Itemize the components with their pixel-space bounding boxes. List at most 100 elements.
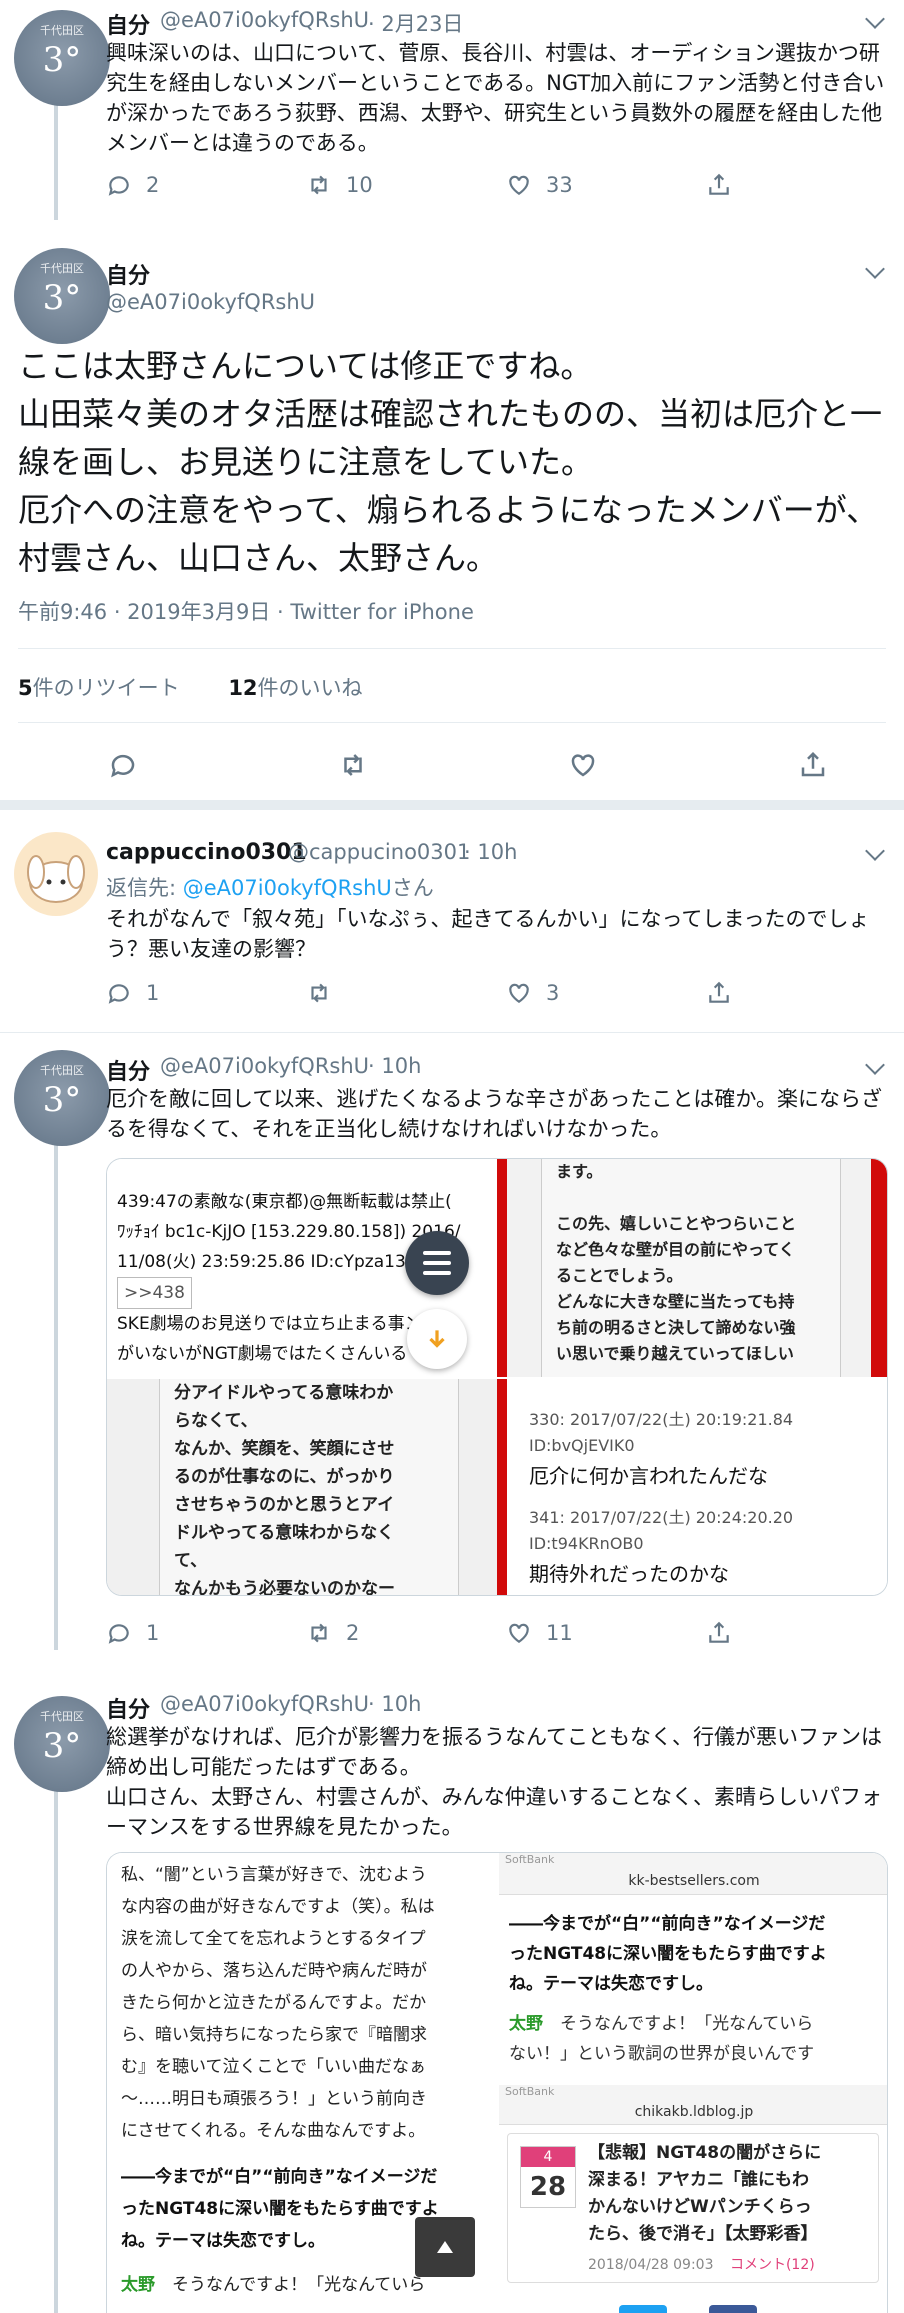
media-line: ち前の明るさと決して諦めない強 (556, 1318, 796, 1337)
media-line: ることでしょう。 (556, 1266, 683, 1285)
media-line: なんか、笑顔を、笑顔にさせ (174, 1439, 395, 1459)
retweet-icon (311, 175, 327, 195)
tweet-time[interactable]: · 10h (368, 1054, 421, 1078)
calendar-badge: 4 28 (520, 2146, 576, 2208)
tweet-timestamp[interactable]: 午前9:46 · 2019年3月9日 · Twitter for iPhone (18, 596, 474, 626)
comment-id: ID:bvQjEVIK0 (529, 1436, 635, 1455)
calendar-month: 4 (521, 2147, 575, 2167)
display-name[interactable]: 自分 (106, 1054, 150, 1086)
reply-count: 1 (146, 981, 160, 1005)
media-panel-news: SoftBank chikakb.ldblog.jp 4 28 【悲報】NGT4… (499, 2085, 887, 2313)
like-total-label: 件のいいね (257, 676, 363, 700)
retweet-button[interactable]: 2 (306, 1620, 506, 1646)
like-button[interactable]: 3 (506, 980, 706, 1006)
like-icon (509, 175, 529, 195)
share-button[interactable] (706, 980, 732, 1006)
tweet-media-grid[interactable]: 私、“闇”という言葉が好きで、沈むよう な内容の曲が好きなんですよ（笑）。私は … (106, 1852, 888, 2313)
media-line: きたら何かと泣きたがるんですよ。だか (121, 1993, 427, 2013)
tweet-time[interactable]: · 10h (464, 840, 517, 864)
avatar[interactable]: 千代田区 3° (14, 10, 110, 106)
avatar[interactable] (14, 832, 98, 916)
chevron-down-icon[interactable] (865, 841, 885, 861)
thread-line (54, 1790, 58, 2313)
user-handle[interactable]: @eA07i0okyfQRshU (160, 8, 369, 32)
avatar[interactable]: 千代田区 3° (14, 1050, 110, 1146)
reply-icon (111, 754, 135, 778)
share-button[interactable] (706, 172, 732, 198)
avatar-number: 3° (42, 1726, 82, 1766)
media-line: ったNGT48に深い闇をもたらす曲ですよ (509, 1944, 827, 1964)
user-handle[interactable]: @eA07i0okyfQRshU (160, 1692, 369, 1716)
tweet-time[interactable]: · 10h (368, 1692, 421, 1716)
scroll-to-top-icon (437, 2241, 453, 2253)
like-button[interactable] (568, 750, 598, 780)
retweet-icon (344, 754, 362, 776)
url-bar: chikakb.ldblog.jp (499, 2099, 887, 2125)
retweet-button[interactable] (306, 980, 506, 1006)
retweet-button[interactable]: 10 (306, 172, 506, 198)
share-icon (709, 981, 729, 1003)
like-button[interactable]: 33 (506, 172, 706, 198)
avatar[interactable]: 千代田区 3° (14, 248, 110, 344)
display-name[interactable]: cappuccino0301 (106, 840, 307, 865)
retweet-button[interactable] (338, 750, 368, 780)
media-line: な内容の曲が好きなんですよ（笑）。私は (121, 1897, 435, 1917)
menu-button[interactable] (405, 1231, 469, 1295)
user-handle[interactable]: @cappucino0301 (288, 840, 470, 864)
news-comments[interactable]: コメント(12) (730, 2257, 815, 2273)
chevron-down-icon[interactable] (865, 9, 885, 29)
share-icon (709, 1621, 729, 1643)
tweet-media-grid[interactable]: 439:47の素敵な(東京都)@無断転載は禁止( ﾜｯﾁｮｲ bc1c-KjJO… (106, 1158, 888, 1596)
speaker-quote: そうなんですよ！「光なんていら (172, 2275, 426, 2295)
reply-button[interactable]: 2 (106, 172, 306, 198)
media-panel-blog: 分アイドルやってる意味わか らなくて、 なんか、笑顔を、笑顔にさせ るのが仕事な… (107, 1379, 497, 1595)
phone-status-bar: SoftBank (499, 2085, 887, 2099)
download-arrow-icon (429, 1330, 445, 1348)
like-button[interactable]: 11 (506, 1620, 706, 1646)
like-stats[interactable]: 12件のいいね (228, 676, 362, 700)
download-button[interactable] (407, 1309, 467, 1369)
media-line: この先、嬉しいことやつらいこと (556, 1214, 797, 1233)
headline-line: 【悲報】NGT48の闇がさらに (588, 2143, 822, 2163)
reply-button[interactable]: 1 (106, 980, 306, 1006)
news-headline[interactable]: 【悲報】NGT48の闇がさらに 深まる！アヤカニ「誰にもわ かんないけどWパンチ… (588, 2140, 874, 2248)
retweet-stats[interactable]: 5件のリツイート (18, 676, 180, 700)
phone-status-bar: SoftBank (499, 1853, 887, 1867)
media-line: む』を聴いて泣くことで「いい曲だなぁ (121, 2057, 426, 2077)
reply-icon (108, 176, 129, 196)
headline-line: かんないけどWパンチくらっ (588, 2197, 812, 2217)
like-icon (571, 754, 595, 777)
media-line: ない！」という歌詞の世界が良いんです (509, 2044, 815, 2064)
reply-button[interactable] (108, 750, 138, 780)
avatar-caption: 千代田区 (40, 1710, 84, 1723)
reply-to-suffix: さん (391, 876, 434, 900)
share-button[interactable] (798, 750, 828, 780)
reply-button[interactable]: 1 (106, 1620, 306, 1646)
carrier-label: SoftBank (505, 2085, 555, 2098)
media-panel-comments: 330: 2017/07/22(土) 20:19:21.84 ID:bvQjEV… (507, 1379, 887, 1595)
engagement-counts: 5件のリツイート 12件のいいね (18, 672, 886, 702)
share-chip (619, 2305, 667, 2313)
headline-line: 深まる！アヤカニ「誰にもわ (588, 2170, 809, 2190)
tweet-time[interactable]: · 2月23日 (368, 8, 463, 38)
news-date: 2018/04/28 09:03 (588, 2257, 714, 2273)
scroll-top-button[interactable] (415, 2217, 475, 2277)
media-line: るのが仕事なのに、がっかり (174, 1467, 395, 1487)
bunny-avatar-icon (27, 855, 85, 903)
media-line: ます。 (556, 1162, 603, 1181)
chevron-down-icon[interactable] (865, 259, 885, 279)
comment-header: 341: 2017/07/22(土) 20:24:20.20 (529, 1508, 794, 1527)
avatar[interactable]: 千代田区 3° (14, 1696, 110, 1792)
user-handle[interactable]: @eA07i0okyfQRshU (106, 290, 315, 314)
display-name[interactable]: 自分 (106, 8, 150, 40)
red-border (497, 1159, 507, 1377)
share-button[interactable] (706, 1620, 732, 1646)
display-name[interactable]: 自分 (106, 1692, 150, 1724)
media-line: どんなに大きな壁に当たっても持 (556, 1292, 795, 1311)
chevron-down-icon[interactable] (865, 1055, 885, 1075)
user-handle[interactable]: @eA07i0okyfQRshU (160, 1054, 369, 1078)
media-line: など色々な壁が目の前にやってく (556, 1240, 795, 1259)
main-tweet-text: ここは太野さんについては修正ですね。 山田菜々美のオタ活歴は確認されたものの、当… (18, 347, 883, 577)
display-name[interactable]: 自分 (106, 258, 150, 290)
reply-to-link[interactable]: @eA07i0okyfQRshU (183, 876, 392, 900)
